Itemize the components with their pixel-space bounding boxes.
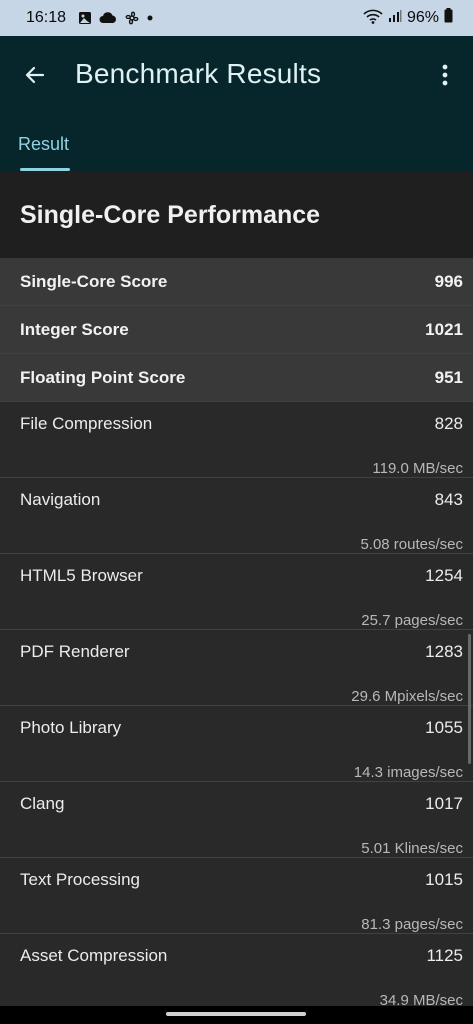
benchmark-rate: 14.3 images/sec xyxy=(353,764,463,781)
status-time: 16:18 xyxy=(26,9,67,26)
benchmark-row: Navigation 843 5.08 routes/sec xyxy=(0,478,473,554)
benchmark-row: Text Processing 1015 81.3 pages/sec xyxy=(0,858,473,934)
wifi-icon xyxy=(363,8,383,29)
benchmark-score: 843 xyxy=(434,490,463,509)
more-options-button[interactable] xyxy=(433,60,457,90)
page-title: Benchmark Results xyxy=(75,58,322,89)
battery-icon xyxy=(444,8,453,28)
benchmark-score: 1125 xyxy=(426,946,463,965)
benchmark-row: Photo Library 1055 14.3 images/sec xyxy=(0,706,473,782)
battery-percentage: 96% xyxy=(406,9,439,26)
tab-result[interactable]: Result xyxy=(18,132,70,172)
summary-row: Integer Score 1021 xyxy=(0,306,473,354)
benchmark-row: PDF Renderer 1283 29.6 Mpixels/sec xyxy=(0,630,473,706)
benchmark-score: 1283 xyxy=(425,642,463,661)
gesture-handle[interactable] xyxy=(166,1012,306,1016)
summary-name: Integer Score xyxy=(20,319,129,339)
summary-score: 996 xyxy=(434,271,463,291)
benchmark-name: Asset Compression xyxy=(20,946,168,965)
benchmark-row: File Compression 828 119.0 MB/sec xyxy=(0,402,473,478)
benchmark-name: HTML5 Browser xyxy=(20,566,143,585)
summary-row: Floating Point Score 951 xyxy=(0,354,473,402)
benchmark-rate: 5.01 Klines/sec xyxy=(361,840,463,857)
benchmark-score: 828 xyxy=(434,414,463,433)
benchmark-rate: 29.6 Mpixels/sec xyxy=(351,688,463,705)
app-bar: Benchmark Results Result xyxy=(0,36,473,172)
arrow-back-icon xyxy=(25,66,45,84)
benchmark-row: HTML5 Browser 1254 25.7 pages/sec xyxy=(0,554,473,630)
benchmark-score: 1055 xyxy=(425,718,463,737)
benchmark-row: Clang 1017 5.01 Klines/sec xyxy=(0,782,473,858)
benchmark-rate: 119.0 MB/sec xyxy=(372,460,463,477)
summary-score: 1021 xyxy=(425,319,463,339)
section-header: Single-Core Performance xyxy=(0,172,473,258)
benchmark-score: 1017 xyxy=(425,794,463,813)
cloud-icon xyxy=(99,12,117,24)
summary-score: 951 xyxy=(434,367,463,387)
signal-icon xyxy=(388,9,402,28)
benchmark-rate: 81.3 pages/sec xyxy=(361,916,463,933)
back-button[interactable] xyxy=(20,60,50,90)
benchmark-name: PDF Renderer xyxy=(20,642,130,661)
benchmark-name: Photo Library xyxy=(20,718,122,737)
more-vert-icon xyxy=(442,64,448,86)
tab-result-label: Result xyxy=(18,134,70,154)
benchmark-rate: 25.7 pages/sec xyxy=(361,612,463,629)
gallery-icon xyxy=(78,11,92,25)
summary-row: Single-Core Score 996 xyxy=(0,258,473,306)
navigation-bar xyxy=(0,1006,473,1024)
benchmark-name: Text Processing xyxy=(20,870,140,889)
summary-name: Floating Point Score xyxy=(20,367,186,387)
status-bar: 16:18 96% xyxy=(0,0,473,36)
benchmark-name: File Compression xyxy=(20,414,153,433)
results-list[interactable]: Single-Core Performance Single-Core Scor… xyxy=(0,172,473,1010)
benchmark-row: Asset Compression 1125 34.9 MB/sec xyxy=(0,934,473,1010)
dot-icon xyxy=(147,15,153,21)
fan-icon xyxy=(124,10,140,26)
benchmark-rate: 5.08 routes/sec xyxy=(360,536,463,553)
benchmark-name: Navigation xyxy=(20,490,101,509)
scrollbar[interactable] xyxy=(468,634,471,764)
section-title: Single-Core Performance xyxy=(20,200,321,229)
tab-indicator xyxy=(20,168,70,171)
benchmark-score: 1015 xyxy=(425,870,463,889)
benchmark-score: 1254 xyxy=(425,566,463,585)
summary-name: Single-Core Score xyxy=(20,271,168,291)
benchmark-name: Clang xyxy=(20,794,65,813)
